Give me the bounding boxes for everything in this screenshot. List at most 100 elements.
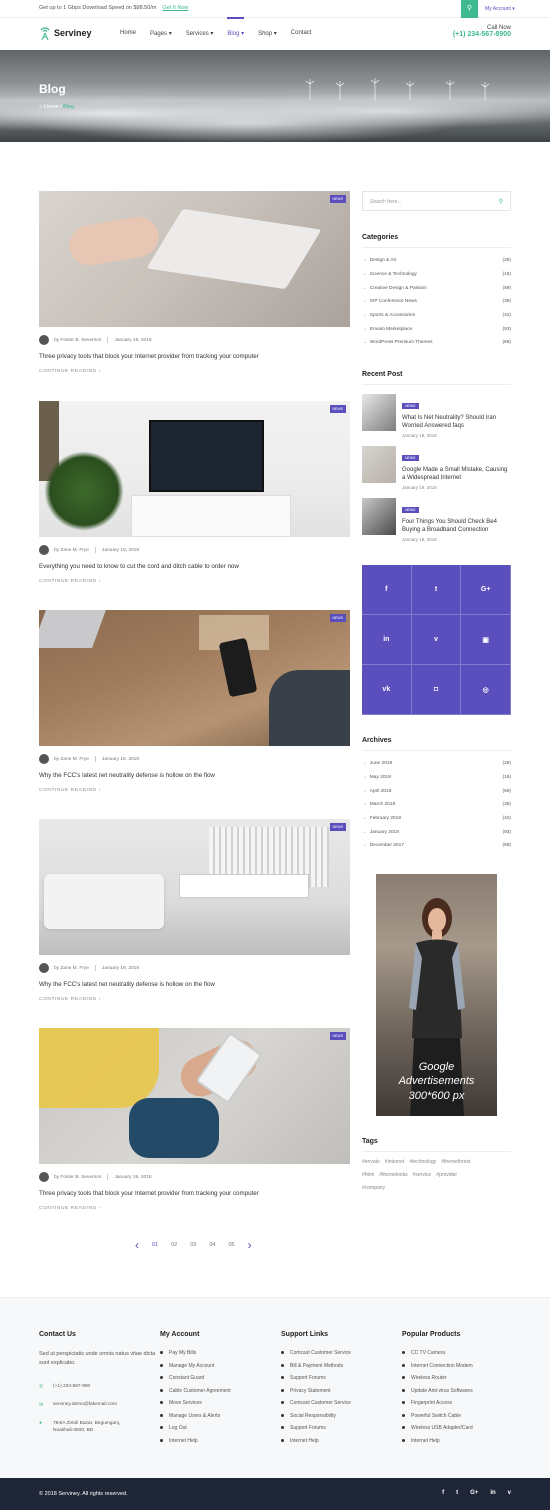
tag[interactable]: #themelooks [379, 1172, 407, 1178]
breadcrumb-home[interactable]: Home [44, 104, 59, 110]
tag[interactable]: #company [362, 1185, 385, 1191]
facebook-icon[interactable]: f [362, 565, 412, 615]
footer-link[interactable]: Internet Connection Modem [402, 1363, 473, 1376]
footer-link[interactable]: Fingerprint Access [402, 1400, 473, 1413]
page-1[interactable]: 01 [152, 1242, 158, 1248]
footer-link[interactable]: CC TV Camera [402, 1350, 473, 1363]
dribbble-icon[interactable]: ◎ [461, 665, 511, 715]
recent-post-title[interactable]: Google Made a Small Mistake, Causing a W… [402, 466, 511, 483]
page-5[interactable]: 05 [229, 1242, 235, 1248]
post-title[interactable]: Everything you need to know to cut the c… [39, 563, 350, 570]
page-3[interactable]: 03 [190, 1242, 196, 1248]
nav-item-contact[interactable]: Contact [291, 30, 312, 37]
vimeo-icon[interactable]: v [508, 1490, 511, 1496]
post-author[interactable]: by Foster B. Severson [54, 1175, 101, 1180]
page-2[interactable]: 02 [171, 1242, 177, 1248]
continue-reading-link[interactable]: CONTINUE READING › [39, 788, 350, 793]
recent-post-item[interactable]: NEWS What Is Net Neutrality? Should Iran … [362, 394, 511, 438]
post-author[interactable]: by Foster B. Severson [54, 338, 101, 343]
search-icon[interactable]: ⚲ [499, 198, 503, 205]
footer-link[interactable]: Bill & Payment Methods [281, 1363, 351, 1376]
footer-link[interactable]: Constant Guard [160, 1375, 231, 1388]
post-author[interactable]: by Zane M. Frye [54, 757, 89, 762]
post-title[interactable]: Why the FCC's latest net neutrality defe… [39, 981, 350, 988]
vimeo-icon[interactable]: v [411, 615, 462, 665]
post-image[interactable]: NEWS [39, 1028, 350, 1164]
category-item[interactable]: → Creative Design & Passion (59) [362, 281, 511, 295]
email-text[interactable]: serviney.demo@fakemail.com [53, 1402, 117, 1407]
footer-link[interactable]: Manage Users & Alerts [160, 1413, 231, 1426]
nav-item-blog[interactable]: Blog ▾ [227, 17, 244, 37]
archive-item[interactable]: → January 2018 (93) [362, 825, 511, 839]
recent-post-title[interactable]: What Is Net Neutrality? Should Iran Worr… [402, 414, 511, 431]
my-account-dropdown[interactable]: My Account ▾ [485, 6, 515, 12]
tag[interactable]: #provider [436, 1172, 457, 1178]
twitter-icon[interactable]: t [411, 565, 462, 615]
post-author[interactable]: by Zane M. Frye [54, 966, 89, 971]
search-icon[interactable]: ⚲ [461, 0, 478, 18]
category-item[interactable]: → Sports & Accessories (42) [362, 309, 511, 323]
archive-item[interactable]: → February 2018 (42) [362, 812, 511, 826]
footer-link[interactable]: Move Services [160, 1400, 231, 1413]
post-image[interactable]: NEWS [39, 610, 350, 746]
flickr-icon[interactable]: ◘ [411, 665, 462, 715]
footer-link[interactable]: Pay My Bills [160, 1350, 231, 1363]
post-image[interactable]: NEWS [39, 401, 350, 537]
tag[interactable]: #themeforest [441, 1159, 470, 1165]
promo-link[interactable]: Get It Now [162, 5, 188, 11]
nav-item-services[interactable]: Services ▾ [186, 30, 214, 37]
tag[interactable]: #service [413, 1172, 432, 1178]
archive-item[interactable]: → June 2018 (29) [362, 757, 511, 771]
archive-item[interactable]: → April 2018 (59) [362, 784, 511, 798]
footer-link[interactable]: Wireless Router [402, 1375, 473, 1388]
tag[interactable]: #envato [362, 1159, 380, 1165]
tag[interactable]: #technology [409, 1159, 436, 1165]
facebook-icon[interactable]: f [442, 1490, 444, 1496]
continue-reading-link[interactable]: CONTINUE READING › [39, 1206, 350, 1211]
footer-link[interactable]: Privacy Statement [281, 1388, 351, 1401]
vk-icon[interactable]: vk [362, 665, 412, 715]
footer-link[interactable]: Wireless USB Adapter/Card [402, 1425, 473, 1438]
sidebar-search[interactable]: Search here... ⚲ [362, 191, 511, 211]
recent-post-item[interactable]: NEWS Google Made a Small Mistake, Causing… [362, 446, 511, 490]
post-image[interactable]: NEWS [39, 191, 350, 327]
phone-text[interactable]: (+1) 234-567-890 [53, 1384, 90, 1389]
google-plus-icon[interactable]: G+ [461, 565, 511, 615]
archive-item[interactable]: → March 2018 (38) [362, 798, 511, 812]
nav-item-shop[interactable]: Shop ▾ [258, 30, 277, 37]
continue-reading-link[interactable]: CONTINUE READING › [39, 579, 350, 584]
footer-link[interactable]: Support Forums [281, 1375, 351, 1388]
footer-link[interactable]: Log Out [160, 1425, 231, 1438]
tag[interactable]: #internet [385, 1159, 404, 1165]
footer-link[interactable]: Support Forums [281, 1425, 351, 1438]
nav-item-pages[interactable]: Pages ▾ [150, 30, 172, 37]
continue-reading-link[interactable]: CONTINUE READING › [39, 369, 350, 374]
continue-reading-link[interactable]: CONTINUE READING › [39, 997, 350, 1002]
next-page-button[interactable]: › [248, 1238, 252, 1252]
linkedin-icon[interactable]: in [490, 1490, 495, 1496]
archive-item[interactable]: → May 2018 (18) [362, 771, 511, 785]
archive-item[interactable]: → December 2017 (69) [362, 839, 511, 853]
post-title[interactable]: Three privacy tools that block your Inte… [39, 1190, 350, 1197]
footer-link[interactable]: Cable Customer Agreement [160, 1388, 231, 1401]
footer-link[interactable]: Internet Help [402, 1438, 473, 1451]
recent-post-title[interactable]: Four Things You Should Check Be4 Buying … [402, 518, 511, 535]
linkedin-icon[interactable]: in [362, 615, 412, 665]
advertisement-banner[interactable]: Google Advertisements 300*600 px [376, 874, 497, 1116]
post-image[interactable]: NEWS [39, 819, 350, 955]
page-4[interactable]: 04 [209, 1242, 215, 1248]
category-item[interactable]: → WordPress Premium Themes (69) [362, 336, 511, 350]
footer-link[interactable]: Comcast Customer Service [281, 1400, 351, 1413]
logo[interactable]: Serviney [39, 26, 92, 40]
footer-link[interactable]: Powerful Switch Cable [402, 1413, 473, 1426]
footer-link[interactable]: Update Anti-virus Softwares [402, 1388, 473, 1401]
category-item[interactable]: → ISP Conference News (38) [362, 295, 511, 309]
google-plus-icon[interactable]: G+ [470, 1490, 478, 1496]
footer-link[interactable]: Comcast Customer Service [281, 1350, 351, 1363]
category-item[interactable]: → Design & Art (29) [362, 254, 511, 268]
category-item[interactable]: → Science & Technology (18) [362, 268, 511, 282]
post-author[interactable]: by Zane M. Frye [54, 548, 89, 553]
call-number[interactable]: (+1) 234-567-8900 [453, 31, 511, 38]
tag[interactable]: #html [362, 1172, 374, 1178]
youtube-icon[interactable]: ▣ [461, 615, 511, 665]
